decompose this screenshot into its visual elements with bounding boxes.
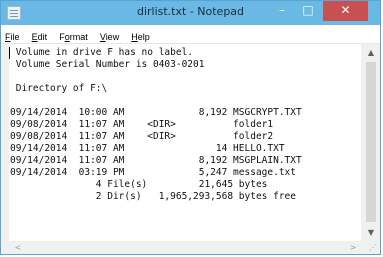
- text-editor[interactable]: Volume in drive F has no label. Volume S…: [9, 44, 361, 241]
- scroll-down-icon[interactable]: ▼: [362, 226, 380, 240]
- text-line: 09/14/2014 11:07 AM 14 HELLO.TXT: [10, 143, 285, 154]
- text-line: 09/14/2014 03:19 PM 5,247 message.txt: [10, 167, 296, 178]
- maximize-button[interactable]: □: [295, 1, 321, 21]
- scroll-left-icon[interactable]: <: [11, 241, 25, 254]
- text-line: 09/08/2014 11:07 AM <DIR> folder2: [10, 131, 274, 142]
- text-line: 09/14/2014 10:00 AM 8,192 MSGCRYPT.TXT: [10, 107, 302, 118]
- text-line: 4 File(s) 21,645 bytes: [10, 179, 268, 190]
- resize-grip[interactable]: ⋰: [362, 241, 380, 254]
- text-line: 2 Dir(s) 1,965,293,568 bytes free: [10, 191, 296, 202]
- minimize-button[interactable]: –: [269, 1, 295, 21]
- text-line: 09/08/2014 11:07 AM <DIR> folder1: [10, 119, 274, 130]
- scroll-right-icon[interactable]: >: [346, 241, 360, 254]
- text-line: Volume in drive F has no label.: [10, 47, 194, 58]
- title-bar[interactable]: dirlist.txt - Notepad – □ ✕: [1, 1, 380, 25]
- vertical-scrollbar[interactable]: ▲ ▼: [362, 44, 380, 241]
- text-line: Directory of F:\: [10, 83, 108, 94]
- menu-bar: File Edit Format View Help: [1, 25, 380, 44]
- text-line: Volume Serial Number is 0403-0201: [10, 59, 205, 70]
- close-button[interactable]: ✕: [323, 1, 368, 21]
- horizontal-scrollbar[interactable]: < >: [9, 241, 362, 254]
- resize-grip-icon: ⋰: [369, 243, 377, 252]
- vertical-scroll-thumb[interactable]: [366, 62, 376, 222]
- notepad-window: dirlist.txt - Notepad – □ ✕ File Edit Fo…: [0, 0, 381, 255]
- scroll-up-icon[interactable]: ▲: [362, 46, 380, 60]
- text-line: 09/14/2014 11:07 AM 8,192 MSGPLAIN.TXT: [10, 155, 302, 166]
